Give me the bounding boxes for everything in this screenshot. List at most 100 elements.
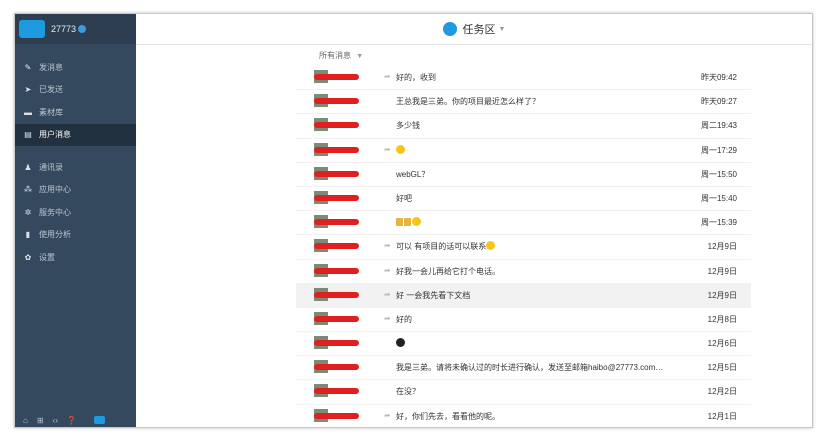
chevron-down-icon[interactable]: ▼ xyxy=(499,26,506,33)
message-text: 好，你们先去，看看他的呢。 xyxy=(396,411,500,421)
message-row[interactable]: 在没？ 12月2日 xyxy=(296,380,751,405)
sidebar-item[interactable]: ✿ 设置 xyxy=(15,246,136,269)
message-preview: 好我一会儿再给它打个电话。 xyxy=(396,266,500,277)
sidebar-nav: ✎ 发消息 ➤ 已发送 ▬ 素材库 ▤ 用户消息 ♟ 通讯录 ⁂ 应用中心 ✲ 服务中心 ▮ 使用分析 ✿ 设置 xyxy=(15,56,136,269)
message-icon: ▤ xyxy=(24,130,32,140)
message-time: 12月9日 xyxy=(707,266,737,276)
message-text: 王总我是三弟。你的项目最近怎么样了？ xyxy=(396,97,540,107)
eyes-emoji-icon xyxy=(396,338,405,348)
smile-emoji-icon xyxy=(412,217,421,227)
message-row[interactable]: ➦ 好我一会儿再给它打个电话。 12月9日 xyxy=(296,260,751,284)
smile-emoji-icon xyxy=(396,144,405,154)
message-row[interactable]: 我是三弟。请将未确认过的时长进行确认，发送至邮箱haibo@27773.com…… xyxy=(296,356,751,381)
message-preview: webGL？ xyxy=(396,169,429,180)
sidebar-item-label: 通讯录 xyxy=(39,162,63,172)
box-icon: ▬ xyxy=(24,107,32,117)
reply-arrow-icon: ➦ xyxy=(384,241,391,251)
message-text: 好的，收到 xyxy=(396,73,436,82)
reply-arrow-icon: ➦ xyxy=(384,289,391,299)
redacted-name xyxy=(314,340,359,347)
message-row[interactable]: 好吧 周一15:40 xyxy=(296,187,751,212)
redacted-name xyxy=(314,412,359,419)
sidebar-item[interactable]: ⁂ 应用中心 xyxy=(15,179,136,202)
pencil-icon: ✎ xyxy=(24,62,32,72)
sidebar-item[interactable]: ♟ 通讯录 xyxy=(15,156,136,179)
sidebar-item-label: 已发送 xyxy=(39,85,63,95)
message-text: 可以 有项目的话可以联系 xyxy=(396,242,487,252)
message-time: 周一15:40 xyxy=(700,193,737,203)
redacted-name xyxy=(314,291,359,298)
sidebar-header: 27773 xyxy=(15,14,136,44)
message-row[interactable]: ➦ 好 一会我先看下文档 12月9日 xyxy=(296,283,751,308)
message-preview: 好的 xyxy=(396,314,412,325)
redacted-name xyxy=(314,315,359,322)
help-icon[interactable]: ❓ xyxy=(67,416,77,425)
message-preview: 好 一会我先看下文档 xyxy=(396,290,470,301)
share-icon[interactable]: ‹› xyxy=(53,416,58,425)
sidebar-item-label: 素材库 xyxy=(39,107,63,117)
message-preview: 我是三弟。请将未确认过的时长进行确认，发送至邮箱haibo@27773.com… xyxy=(396,362,663,373)
redacted-name xyxy=(314,267,359,274)
message-time: 12月9日 xyxy=(707,290,737,300)
sidebar: 27773 ✎ 发消息 ➤ 已发送 ▬ 素材库 ▤ 用户消息 ♟ 通讯录 ⁂ 应用中心 ✲ 服务中心 ▮ 使用… xyxy=(15,14,136,427)
sidebar-item-label: 应用中心 xyxy=(39,185,71,195)
message-text: 我是三弟。请将未确认过的时长进行确认，发送至邮箱haibo@27773.com… xyxy=(396,363,664,373)
logo-mini-icon[interactable] xyxy=(93,416,105,424)
message-list: ➦ 好的，收到 昨天09:42 王总我是三弟。你的项目最近怎么样了？ 昨天09:27 多少… xyxy=(296,66,751,427)
message-time: 昨天09:27 xyxy=(700,97,737,107)
sidebar-item[interactable]: ▬ 素材库 xyxy=(15,101,136,124)
workspace-title[interactable]: 任务区 xyxy=(463,21,496,37)
message-preview: 好，你们先去，看看他的呢。 xyxy=(396,411,500,422)
message-row[interactable]: ➦ 好的 12月8日 xyxy=(296,308,751,333)
workspace-header: 任务区 ▼ xyxy=(136,14,812,45)
main-panel: 任务区 ▼ 所有消息 ▼ ➦ 好的，收到 昨天09:42 王总我是三弟。你的项目最近怎… xyxy=(136,14,812,427)
message-time: 周一17:29 xyxy=(700,145,737,155)
message-time: 周一15:50 xyxy=(700,169,737,179)
redacted-name xyxy=(314,243,359,250)
user-id[interactable]: 27773 xyxy=(51,24,87,34)
smile-emoji-icon xyxy=(486,241,496,251)
message-row[interactable]: 12月6日 xyxy=(296,332,751,357)
filter-label: 所有消息 xyxy=(319,51,351,60)
person-icon: ♟ xyxy=(24,162,32,172)
message-text: 好的 xyxy=(396,314,412,324)
message-row[interactable]: ➦ 好的，收到 昨天09:42 xyxy=(296,66,751,91)
message-row[interactable]: 多少钱 周二19:43 xyxy=(296,114,751,139)
message-preview xyxy=(396,217,421,227)
message-preview: 可以 有项目的话可以联系 xyxy=(396,241,496,252)
reply-arrow-icon: ➦ xyxy=(384,265,391,275)
sidebar-item[interactable]: ▤ 用户消息 xyxy=(15,123,136,146)
home-icon[interactable]: ⌂ xyxy=(23,416,28,425)
message-row[interactable]: ➦ 好，你们先去，看看他的呢。 12月1日 xyxy=(296,405,751,427)
message-row[interactable]: ➦ 周一17:29 xyxy=(296,139,751,163)
sidebar-item[interactable]: ➤ 已发送 xyxy=(15,79,136,102)
cart-icon[interactable]: ⊞ xyxy=(37,416,44,425)
message-filter[interactable]: 所有消息 ▼ xyxy=(319,50,363,61)
sidebar-item[interactable]: ▮ 使用分析 xyxy=(15,224,136,247)
message-text: 好我一会儿再给它打个电话。 xyxy=(396,266,500,276)
message-time: 昨天09:42 xyxy=(700,73,737,82)
brand-logo[interactable] xyxy=(19,20,45,38)
message-text: 在没？ xyxy=(396,387,420,397)
message-text: webGL？ xyxy=(396,169,430,179)
message-preview: 好吧 xyxy=(396,193,412,204)
verified-icon xyxy=(78,25,87,33)
message-time: 12月8日 xyxy=(707,314,737,324)
redacted-name xyxy=(314,122,359,129)
apps-icon: ⁂ xyxy=(24,185,32,195)
message-row[interactable]: 周一15:39 xyxy=(296,211,751,236)
user-id-text: 27773 xyxy=(51,24,77,34)
sidebar-item[interactable]: ✲ 服务中心 xyxy=(15,201,136,224)
sidebar-item-label: 服务中心 xyxy=(39,207,71,217)
message-time: 12月6日 xyxy=(707,339,737,349)
redacted-name xyxy=(314,170,359,177)
message-text: 好 一会我先看下文档 xyxy=(396,290,471,300)
sidebar-item-label: 使用分析 xyxy=(39,230,71,240)
sidebar-item-label: 设置 xyxy=(39,252,55,262)
message-row[interactable]: ➦ 可以 有项目的话可以联系 12月9日 xyxy=(296,235,751,260)
sidebar-item[interactable]: ✎ 发消息 xyxy=(15,56,136,79)
message-time: 周二19:43 xyxy=(700,121,737,131)
message-row[interactable]: webGL？ 周一15:50 xyxy=(296,163,751,187)
message-row[interactable]: 王总我是三弟。你的项目最近怎么样了？ 昨天09:27 xyxy=(296,90,751,115)
sidebar-footer: ⌂ ⊞ ‹› ❓ xyxy=(15,413,144,427)
